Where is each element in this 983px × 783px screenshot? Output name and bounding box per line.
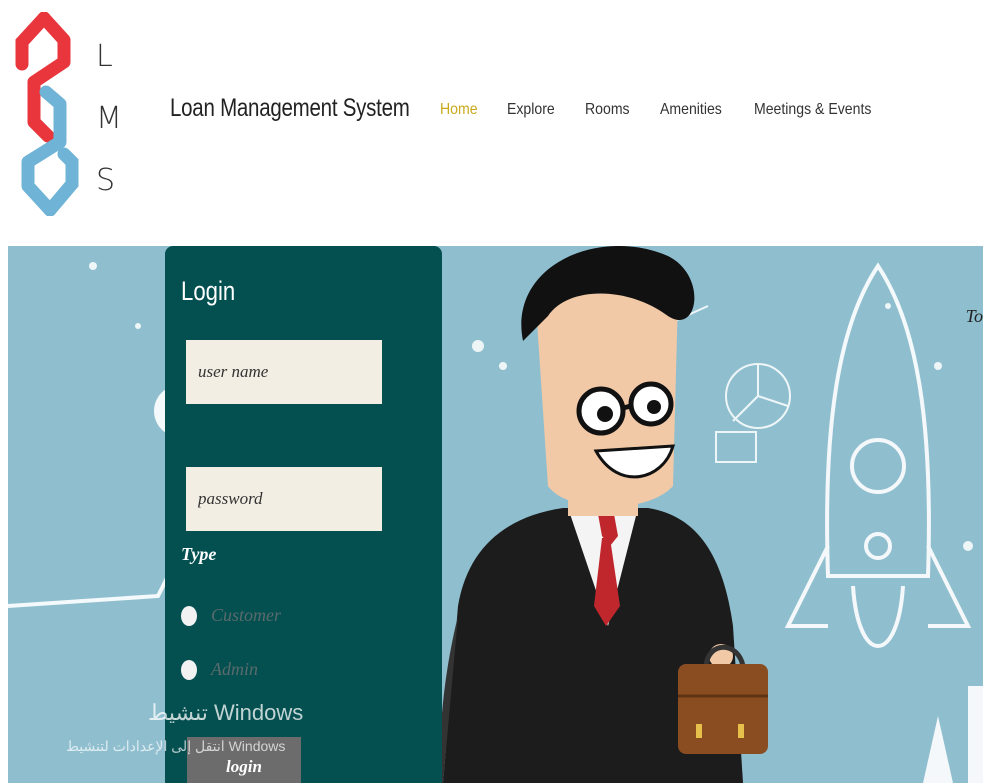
logo-letter-s: S xyxy=(96,163,117,198)
logo-letter-l: L xyxy=(96,39,114,74)
radio-admin-label: Admin xyxy=(211,659,258,679)
nav-item-rooms[interactable]: Rooms xyxy=(585,101,630,119)
windows-activation-title: تنشيط Windows xyxy=(148,700,304,725)
login-title: Login xyxy=(181,276,236,306)
logo-letter-m: M xyxy=(96,101,123,136)
password-input[interactable] xyxy=(186,467,382,531)
nav-item-explore[interactable]: Explore xyxy=(507,101,555,119)
username-input[interactable] xyxy=(186,340,382,404)
nav-item-home[interactable]: Home xyxy=(440,101,478,119)
nav-item-meetings-events[interactable]: Meetings & Events xyxy=(754,101,871,119)
account-type-label: Type xyxy=(181,544,217,564)
radio-circle-icon[interactable] xyxy=(181,659,197,680)
radio-customer[interactable]: Customer xyxy=(181,605,281,626)
site-header: L M S Loan Management System Home Explor… xyxy=(0,0,983,230)
logo-letters: L M S xyxy=(96,26,126,212)
radio-admin[interactable]: Admin xyxy=(181,659,258,680)
nav-item-amenities[interactable]: Amenities xyxy=(660,101,722,119)
radio-circle-icon[interactable] xyxy=(181,605,197,626)
site-title: Loan Management System xyxy=(170,94,410,122)
radio-customer-label: Customer xyxy=(211,605,282,625)
hero-side-text: To xyxy=(965,306,983,326)
main-nav: Home Explore Rooms Amenities Meetings & … xyxy=(440,101,911,119)
windows-activation-hint: انتقل إلى الإعدادات لتنشيط Windows xyxy=(66,738,286,754)
lms-logo-icon[interactable] xyxy=(14,12,82,216)
